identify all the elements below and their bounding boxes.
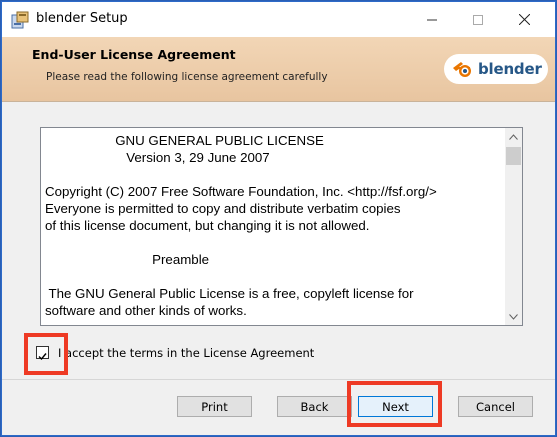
back-button[interactable]: Back [277,396,352,417]
checkbox-highlight-box [24,333,68,375]
setup-window: blender Setup End-User License Agreement… [1,1,556,436]
license-line: Everyone is permitted to copy and distri… [45,201,401,216]
license-line: Preamble [45,252,210,267]
scroll-thumb[interactable] [506,147,521,165]
minimize-icon [427,19,437,20]
license-line: of this license document, but changing i… [45,218,370,233]
close-icon [518,14,530,25]
close-button[interactable] [501,2,547,37]
cancel-button[interactable]: Cancel [458,396,533,417]
license-line: software and other kinds of works. [45,303,247,318]
banner-subtitle: Please read the following license agreem… [46,71,328,83]
scroll-down-button[interactable] [505,308,522,325]
print-button[interactable]: Print [177,396,252,417]
banner-title: End-User License Agreement [32,47,236,62]
blender-logo-icon [453,62,471,77]
scroll-up-button[interactable] [505,128,522,145]
license-text-box[interactable]: GNU GENERAL PUBLIC LICENSE Version 3, 29… [40,127,523,326]
installer-icon [11,11,29,29]
window-title: blender Setup [36,11,128,26]
chevron-up-icon [509,133,518,140]
vertical-scrollbar[interactable] [505,128,522,325]
title-bar: blender Setup [2,2,555,37]
accept-terms-label[interactable]: I accept the terms in the License Agreem… [58,346,314,360]
footer-divider [2,379,555,380]
chevron-down-icon [509,313,518,320]
blender-logo-text: blender [478,60,542,78]
blender-logo: blender [444,54,548,84]
minimize-button[interactable] [409,2,455,37]
license-line: The GNU General Public License is a free… [45,286,414,301]
license-line: Copyright (C) 2007 Free Software Foundat… [45,184,437,199]
header-banner: End-User License Agreement Please read t… [2,37,555,102]
license-line: Version 3, 29 June 2007 [45,150,270,165]
next-highlight-box [347,381,442,427]
license-line: GNU GENERAL PUBLIC LICENSE [45,133,324,148]
maximize-button[interactable] [455,2,501,37]
maximize-icon [473,14,483,25]
